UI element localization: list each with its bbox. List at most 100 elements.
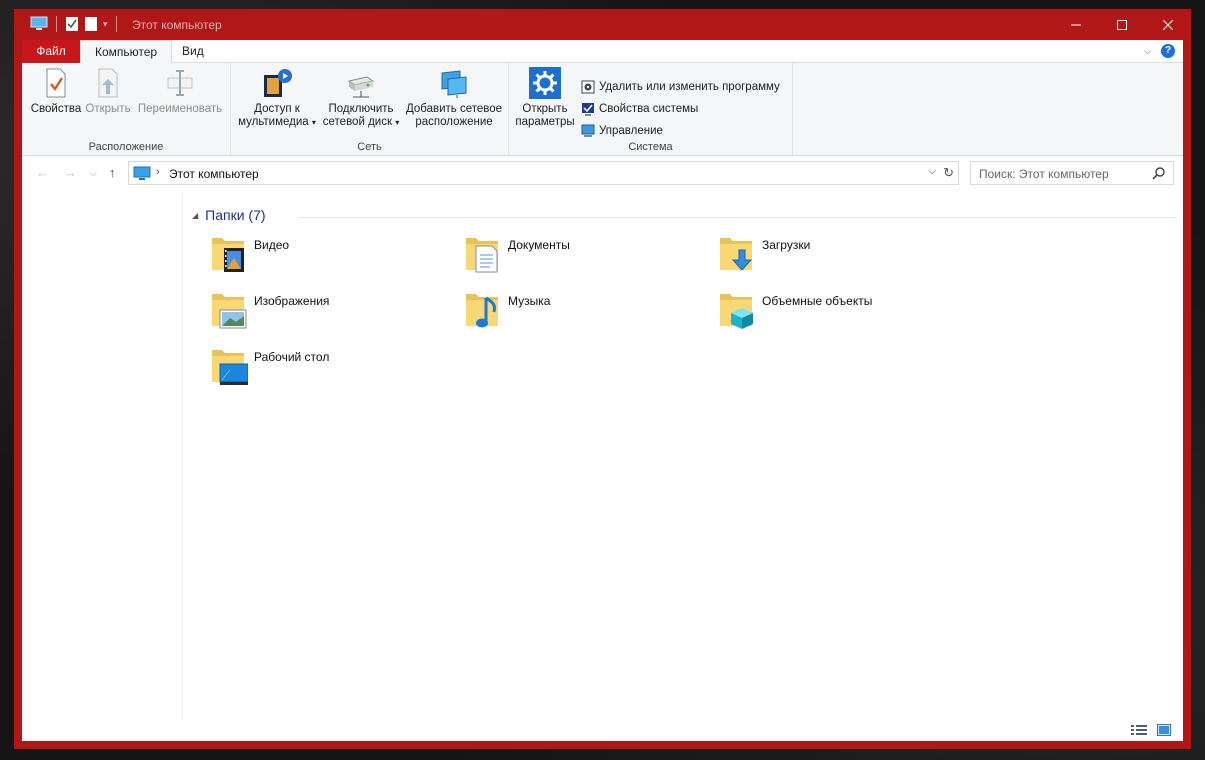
up-arrow-icon[interactable]: ↑: [109, 165, 116, 180]
media-access-label-line2: мультимедиа: [238, 116, 309, 128]
manage-icon: [581, 124, 595, 138]
toolbar-divider: [115, 16, 117, 32]
collapse-triangle-icon[interactable]: ◢: [192, 211, 198, 220]
help-icon[interactable]: ?: [1161, 44, 1175, 58]
details-view-icon[interactable]: [1131, 724, 1147, 736]
ribbon-group-network: Доступ к мультимедиа ▾ Подключить сетево…: [231, 63, 509, 156]
tab-view[interactable]: Вид: [168, 40, 218, 63]
video-folder-icon: [212, 238, 244, 272]
minimize-button[interactable]: [1053, 9, 1099, 40]
ribbon-group-location-label: Расположение: [88, 141, 164, 153]
tab-file[interactable]: Файл: [22, 40, 80, 63]
search-box[interactable]: Поиск: Этот компьютер: [970, 161, 1174, 185]
ribbon-group-system: Открыть параметры Удалить или изменить п…: [509, 63, 793, 156]
network-drive-label-line2: сетевой диск: [322, 116, 392, 128]
properties-label: Свойства: [30, 103, 82, 115]
folder-item-video[interactable]: Видео: [206, 230, 436, 280]
search-icon[interactable]: [1152, 166, 1166, 180]
group-divider: [298, 217, 1177, 218]
pictures-folder-icon: [212, 294, 247, 329]
properties-icon: [40, 67, 72, 99]
ribbon-tabs: Файл Компьютер Вид ⌵ ?: [22, 40, 1183, 64]
ribbon-controls: ⌵ ?: [1144, 44, 1175, 58]
properties-check-icon[interactable]: [65, 16, 79, 32]
3d-objects-folder-icon: [720, 294, 753, 329]
open-settings-button[interactable]: Открыть параметры: [513, 67, 577, 129]
ribbon: Свойства Открыть Переименовать Расположе…: [22, 63, 1183, 156]
folder-item-downloads[interactable]: Загрузки: [714, 230, 944, 280]
media-access-button[interactable]: Доступ к мультимедиа ▾: [237, 67, 317, 129]
navigation-pane[interactable]: [22, 193, 183, 721]
rename-icon: [164, 67, 196, 99]
explorer-body: Файл Компьютер Вид ⌵ ? Свойства Открыть …: [22, 40, 1183, 741]
folder-label: Загрузки: [762, 238, 811, 252]
forward-arrow-icon[interactable]: →: [64, 165, 77, 180]
breadcrumb-chevron-icon[interactable]: ›: [156, 166, 160, 178]
network-drive-button[interactable]: Подключить сетевой диск ▾: [321, 67, 401, 129]
folder-item-documents[interactable]: Документы: [460, 230, 690, 280]
address-history-chevron-icon[interactable]: ⌵: [928, 166, 936, 177]
folders-group-header[interactable]: ◢ Папки (7): [192, 207, 266, 223]
system-properties-icon: [581, 102, 595, 116]
status-bar: [22, 721, 1183, 741]
system-properties-label: Свойства системы: [599, 103, 699, 115]
open-label: Открыть: [85, 103, 131, 115]
window-title: Этот компьютер: [132, 18, 222, 32]
open-settings-label-line2: параметры: [515, 116, 575, 128]
ribbon-group-network-label: Сеть: [357, 141, 382, 153]
open-button[interactable]: Открыть: [84, 67, 132, 116]
uninstall-program-label: Удалить или изменить программу: [599, 81, 780, 93]
refresh-icon[interactable]: ↻: [943, 165, 954, 181]
title-bar[interactable]: ▾ Этот компьютер: [14, 9, 1191, 40]
folder-label: Объемные объекты: [762, 294, 873, 308]
maximize-button[interactable]: [1099, 9, 1145, 40]
manage-button[interactable]: Управление: [581, 124, 663, 138]
desktop-folder-icon: [212, 350, 248, 385]
large-icons-view-icon[interactable]: [1157, 724, 1171, 736]
uninstall-program-button[interactable]: Удалить или изменить программу: [581, 80, 780, 94]
close-button[interactable]: [1145, 9, 1191, 40]
folder-label: Изображения: [254, 294, 330, 308]
tab-computer[interactable]: Компьютер: [80, 40, 173, 64]
manage-label: Управление: [599, 125, 663, 137]
view-toggle-buttons: [1131, 724, 1171, 736]
address-bar[interactable]: › Этот компьютер ⌵ ↻: [128, 161, 959, 185]
file-view: ◢ Папки (7) Видео Документы Загрузки Изо…: [184, 193, 1183, 721]
documents-folder-icon: [466, 238, 498, 273]
customize-toolbar-chevron-icon[interactable]: ▾: [103, 19, 108, 30]
add-network-location-label-line2: расположение: [415, 116, 493, 128]
properties-button[interactable]: Свойства: [30, 67, 82, 116]
folder-label: Видео: [254, 238, 290, 252]
computer-icon: [30, 16, 48, 30]
back-arrow-icon[interactable]: ←: [36, 165, 49, 180]
folder-item-desktop[interactable]: Рабочий стол: [206, 342, 436, 392]
media-access-label-line1: Доступ к: [254, 103, 300, 115]
folder-label: Документы: [508, 238, 570, 252]
explorer-window: ▾ Этот компьютер Файл Компьютер Вид ⌵ ?: [14, 9, 1191, 749]
folder-item-pictures[interactable]: Изображения: [206, 286, 436, 336]
folders-group-title: Папки (7): [205, 207, 266, 223]
system-properties-button[interactable]: Свойства системы: [581, 102, 698, 116]
toolbar-divider: [56, 16, 57, 32]
folder-item-3d-objects[interactable]: Объемные объекты: [714, 286, 944, 336]
expand-ribbon-chevron-icon[interactable]: ⌵: [1144, 46, 1151, 57]
search-placeholder: Поиск: Этот компьютер: [979, 167, 1109, 181]
add-network-location-button[interactable]: Добавить сетевое расположение: [404, 67, 504, 129]
address-path[interactable]: Этот компьютер: [169, 167, 259, 181]
music-folder-icon: [466, 294, 498, 328]
ribbon-group-location: Свойства Открыть Переименовать Расположе…: [22, 63, 231, 156]
quick-access-toolbar: ▾: [30, 16, 120, 32]
new-folder-icon[interactable]: [84, 16, 98, 32]
rename-label: Переименовать: [137, 103, 223, 115]
network-drive-label-line1: Подключить: [328, 103, 394, 115]
navigation-bar: ← → ⌵ ↑ › Этот компьютер ⌵ ↻ Поиск: Этот…: [22, 157, 1183, 189]
media-access-icon: [261, 67, 293, 99]
settings-gear-icon: [529, 67, 561, 99]
recent-locations-chevron-icon[interactable]: ⌵: [90, 168, 97, 179]
folder-item-music[interactable]: Музыка: [460, 286, 690, 336]
open-icon: [92, 67, 124, 99]
uninstall-program-icon: [581, 80, 595, 94]
add-network-location-icon: [438, 67, 470, 99]
rename-button[interactable]: Переименовать: [135, 67, 225, 116]
add-network-location-label-line1: Добавить сетевое: [405, 103, 503, 115]
